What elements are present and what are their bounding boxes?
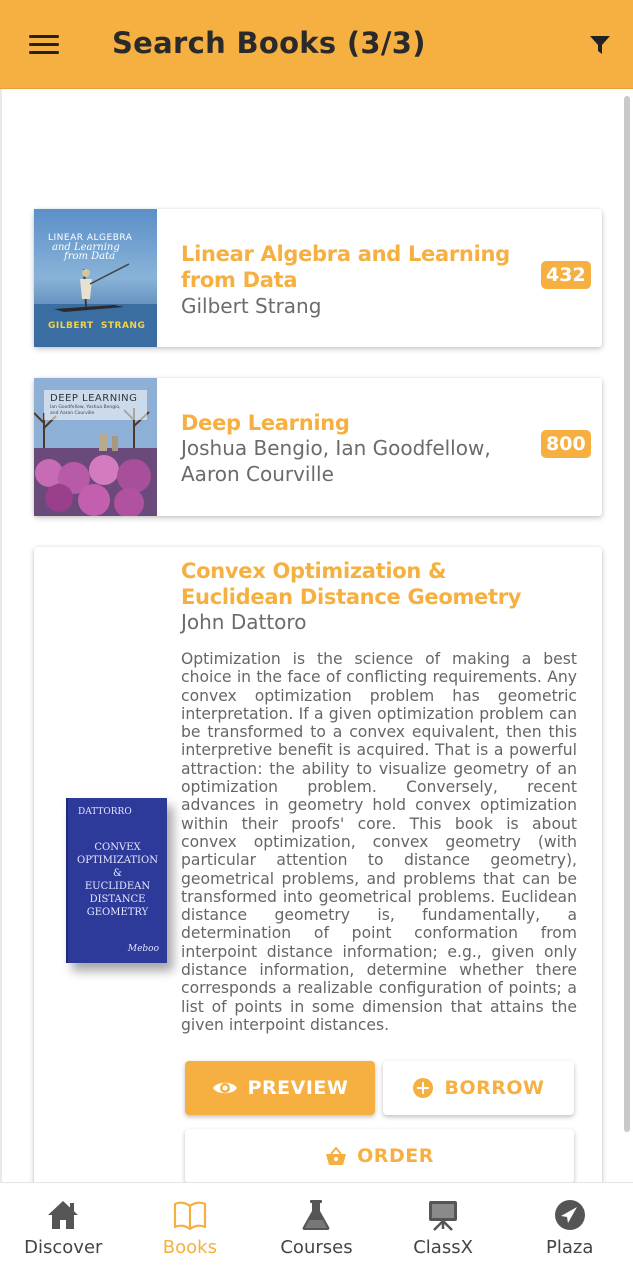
- cover-text: and Aaron Courville: [50, 411, 95, 416]
- book-title: Linear Algebra and Learning from Data: [181, 242, 510, 292]
- cover-text: CONVEX: [94, 842, 141, 853]
- easel-icon: [429, 1201, 458, 1231]
- bottom-nav: Discover Books Courses ClassX Plaza: [0, 1182, 633, 1268]
- preview-button[interactable]: PREVIEW: [185, 1061, 375, 1115]
- count-badge: 432: [541, 261, 591, 289]
- nav-item-books[interactable]: Books: [127, 1183, 254, 1268]
- basket-icon: [326, 1146, 347, 1165]
- nav-label: Courses: [280, 1237, 353, 1258]
- book-cover: LINEAR ALGEBRA and Learning from Data GI…: [34, 209, 157, 347]
- home-icon: [48, 1201, 79, 1229]
- cover-text: DISTANCE: [89, 894, 146, 905]
- cover-text: DEEP LEARNING: [50, 393, 138, 404]
- menu-icon[interactable]: [29, 35, 59, 55]
- book-card-expanded[interactable]: DATTORRO CONVEX OPTIMIZATION & EUCLIDEAN…: [34, 547, 602, 1207]
- page-title: Search Books (3/3): [112, 26, 426, 60]
- nav-item-classx[interactable]: ClassX: [380, 1183, 507, 1268]
- divider: [0, 89, 2, 1182]
- nav-label: Books: [162, 1237, 217, 1258]
- borrow-label: BORROW: [444, 1077, 545, 1099]
- cover-text: OPTIMIZATION: [77, 855, 158, 866]
- cover-text: GILBERT STRANG: [48, 321, 146, 331]
- flask-icon: [303, 1200, 330, 1230]
- nav-label: ClassX: [413, 1237, 473, 1258]
- book-author: John Dattoro: [181, 610, 307, 634]
- nav-item-discover[interactable]: Discover: [0, 1183, 127, 1268]
- eye-icon: [212, 1082, 237, 1094]
- cover-title: CONVEX OPTIMIZATION & EUCLIDEAN DISTANCE…: [68, 841, 167, 919]
- book-card[interactable]: DEEP LEARNING Ian Goodfellow, Yoshua Ben…: [34, 378, 602, 516]
- cover-text: Ian Goodfellow, Yoshua Bengio,: [50, 405, 121, 410]
- book-cover: DATTORRO CONVEX OPTIMIZATION & EUCLIDEAN…: [66, 798, 167, 963]
- compass-icon: [554, 1200, 585, 1230]
- add-circle-icon: [413, 1078, 434, 1098]
- book-cover: DEEP LEARNING Ian Goodfellow, Yoshua Ben…: [34, 378, 157, 516]
- book-description: Optimization is the science of making a …: [181, 650, 577, 1034]
- cover-text: GEOMETRY: [86, 907, 149, 918]
- order-label: ORDER: [357, 1145, 434, 1167]
- nav-label: Discover: [24, 1237, 103, 1258]
- nav-label: Plaza: [545, 1237, 594, 1258]
- borrow-button[interactable]: BORROW: [383, 1061, 574, 1115]
- scrollbar[interactable]: [624, 96, 630, 1132]
- nav-item-plaza[interactable]: Plaza: [506, 1183, 633, 1268]
- cover-text: DATTORRO: [78, 807, 132, 817]
- count-badge: 800: [541, 430, 591, 458]
- filter-icon[interactable]: [588, 34, 612, 56]
- preview-label: PREVIEW: [247, 1077, 349, 1099]
- cover-text: &: [113, 868, 122, 879]
- cover-text: Meboo: [127, 944, 159, 954]
- cover-text: from Data: [64, 251, 116, 262]
- book-author: Gilbert Strang: [181, 294, 322, 318]
- cover-text: EUCLIDEAN: [84, 881, 151, 892]
- book-author: Joshua Bengio, Ian Goodfellow, Aaron Cou…: [181, 436, 491, 486]
- book-title: Deep Learning: [181, 411, 350, 435]
- app-bar: Search Books (3/3): [0, 0, 633, 89]
- order-button[interactable]: ORDER: [185, 1129, 574, 1183]
- book-title: Convex Optimization & Euclidean Distance…: [181, 559, 522, 609]
- book-icon: [173, 1201, 206, 1231]
- nav-item-courses[interactable]: Courses: [253, 1183, 380, 1268]
- book-card[interactable]: LINEAR ALGEBRA and Learning from Data GI…: [34, 209, 602, 347]
